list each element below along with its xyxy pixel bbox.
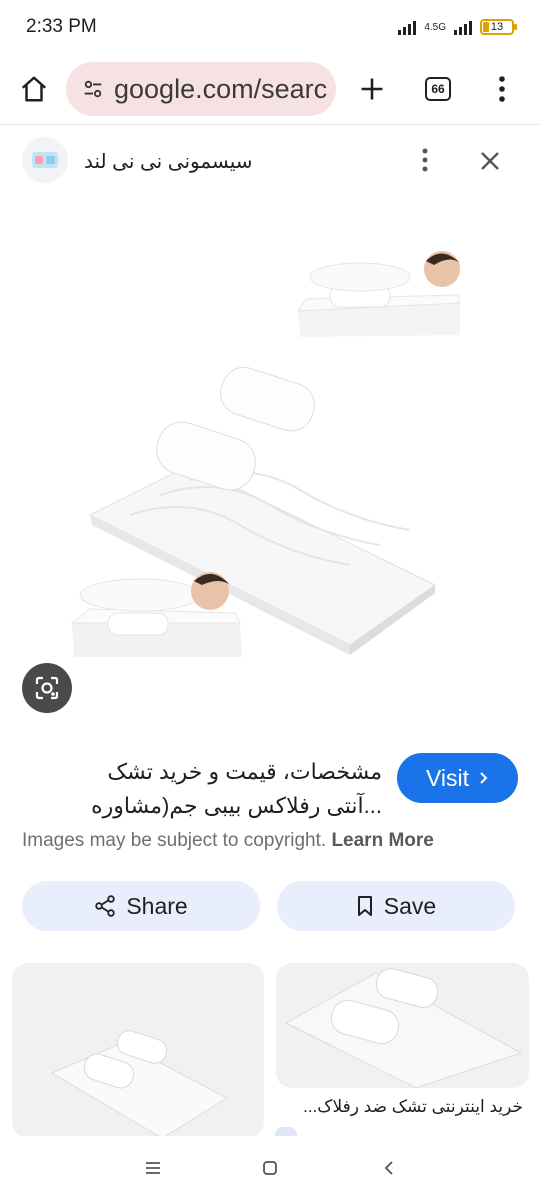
product-image[interactable] <box>30 225 510 665</box>
save-button[interactable]: Save <box>277 881 515 931</box>
copyright-notice: Images may be subject to copyright. Lear… <box>22 830 434 852</box>
visit-label: Visit <box>425 764 470 791</box>
back-button[interactable] <box>375 1154 403 1182</box>
related-image-2-caption[interactable]: خرید اینترنتی تشک ضد رفلاک... <box>278 1097 523 1117</box>
wedge-pillow-thumbnail <box>50 1030 229 1138</box>
menu-button[interactable] <box>480 67 524 111</box>
home-nav-button[interactable] <box>256 1154 284 1182</box>
site-name[interactable]: سیسمونی نی نی لند <box>84 149 253 174</box>
network-type: 4.5G <box>424 21 446 33</box>
url-text: google.com/searc <box>114 73 328 104</box>
share-button[interactable]: Share <box>22 881 260 931</box>
close-icon <box>481 152 499 170</box>
chevron-left-icon <box>384 1161 393 1175</box>
plus-icon <box>361 78 383 100</box>
status-bar: 2:33 PM 4.5G 13 <box>0 0 540 54</box>
image-detail-panel: سیسمونی نی نی لند مشخصات، قیمت و خرید تش… <box>0 124 540 1143</box>
address-bar[interactable]: google.com/searc <box>66 62 336 116</box>
battery-level: 13 <box>490 21 504 33</box>
signal-icon <box>398 19 417 35</box>
screen: 2:33 PM 4.5G 13 google.com/searc 66 سیسم… <box>0 0 540 1200</box>
image-title-line1: مشخصات، قیمت و خرید تشک <box>107 759 382 784</box>
lens-icon <box>35 676 59 700</box>
site-logo-icon <box>32 152 58 168</box>
recents-button[interactable] <box>139 1154 167 1182</box>
copyright-text: Images may be subject to copyright. <box>22 830 327 851</box>
tune-icon[interactable] <box>82 78 104 100</box>
bookmark-icon <box>357 896 372 916</box>
more-vert-icon <box>499 76 505 102</box>
save-label: Save <box>383 892 437 919</box>
tab-switcher-icon: 66 <box>425 77 451 101</box>
source-header: سیسمونی نی نی لند <box>0 135 540 187</box>
status-icons: 4.5G 13 <box>398 19 517 35</box>
image-title[interactable]: مشخصات، قیمت و خرید تشک ...آنتی رفلاکس ب… <box>22 755 382 823</box>
home-icon <box>21 76 47 102</box>
related-image-2[interactable] <box>276 963 529 1088</box>
new-tab-button[interactable] <box>350 67 394 111</box>
site-favicon[interactable] <box>22 137 68 183</box>
tab-switcher-button[interactable]: 66 <box>416 67 460 111</box>
learn-more-link[interactable]: Learn More <box>331 830 433 851</box>
share-icon <box>95 895 116 917</box>
image-title-line2: ...آنتی رفلاکس بیبی جم(مشاوره <box>91 793 382 818</box>
signal-icon-2 <box>454 19 472 35</box>
system-navigation-bar <box>0 1136 540 1200</box>
share-label: Share <box>126 892 188 919</box>
home-button[interactable] <box>12 67 56 111</box>
chevron-right-icon <box>480 772 488 784</box>
browser-toolbar: google.com/searc 66 <box>0 54 540 124</box>
clock: 2:33 PM <box>26 16 97 37</box>
menu-lines-icon <box>146 1162 160 1174</box>
google-lens-button[interactable] <box>22 663 72 713</box>
wedge-pillow-thumbnail <box>284 968 523 1088</box>
close-button[interactable] <box>472 143 508 179</box>
wedge-pillow-image <box>70 251 461 657</box>
visit-button[interactable]: Visit <box>397 753 518 803</box>
related-image-1[interactable] <box>12 963 264 1138</box>
panel-more-button[interactable] <box>408 143 442 177</box>
battery-icon: 13 <box>480 19 517 35</box>
more-vert-icon <box>422 148 428 172</box>
square-icon <box>263 1161 277 1175</box>
